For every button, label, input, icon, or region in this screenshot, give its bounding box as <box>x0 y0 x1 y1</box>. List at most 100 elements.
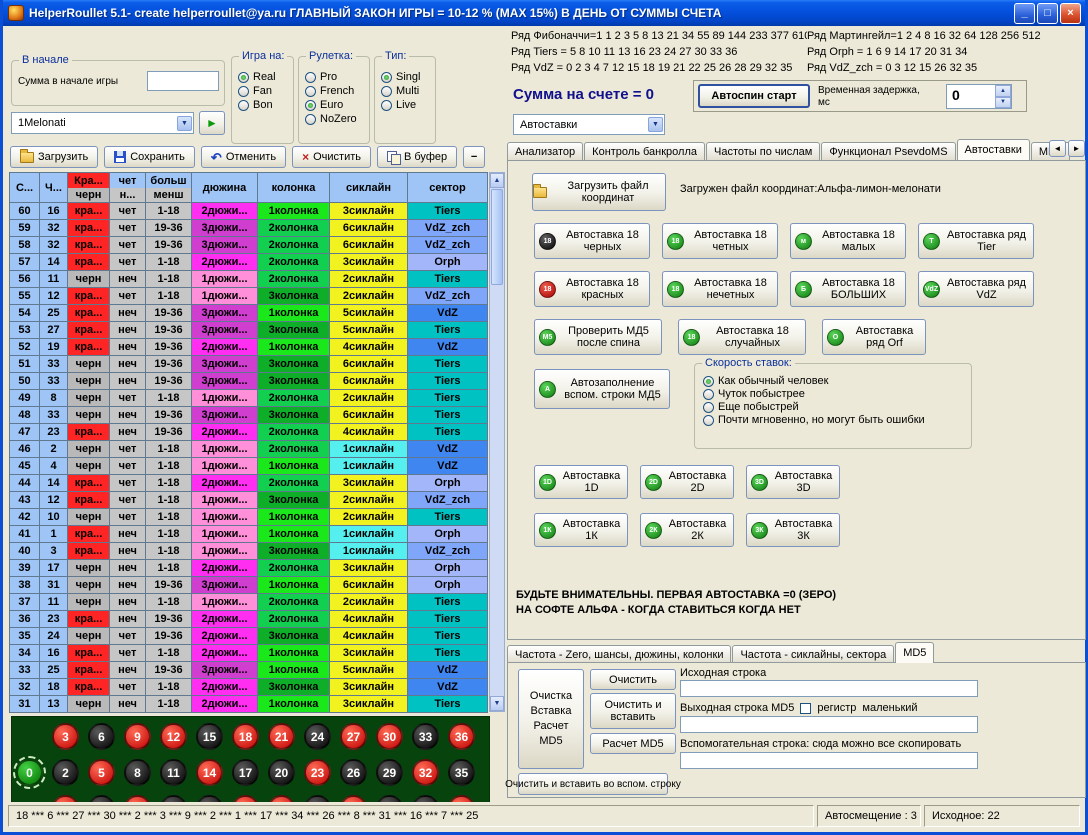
table-row[interactable]: 3416кра...чет1-182дюжи...1колонка3сиклай… <box>10 645 488 662</box>
autobet-button[interactable]: 18Автоставка 18 нечетных <box>662 271 778 307</box>
delay-value[interactable]: 0 <box>947 85 995 108</box>
table-row[interactable]: 5425кра...неч19-363дюжи...1колонка5сикла… <box>10 305 488 322</box>
radio-option[interactable]: Чуток побыстрее <box>703 388 965 400</box>
table-row[interactable]: 3711черннеч1-181дюжи...2колонка2сиклайнT… <box>10 594 488 611</box>
clear-button[interactable]: ×Очистить <box>292 146 371 168</box>
tab[interactable]: Частота - сиклайны, сектора <box>732 645 894 663</box>
profile-select[interactable]: 1Melonati ▼ <box>11 112 194 134</box>
autobet-button[interactable]: 3КАвтоставка 3К <box>746 513 840 547</box>
table-row[interactable]: 4210чернчет1-181дюжи...1колонка2сиклайнT… <box>10 509 488 526</box>
table-row[interactable]: 3831черннеч19-363дюжи...1колонка6сиклайн… <box>10 577 488 594</box>
table-row[interactable]: 498чернчет1-181дюжи...2колонка2сиклайнTi… <box>10 390 488 407</box>
radio-option[interactable]: Real <box>238 71 288 83</box>
register-checkbox[interactable] <box>800 703 811 714</box>
tab[interactable]: Частоты по числам <box>706 142 820 160</box>
spinner-down-icon[interactable]: ▼ <box>995 97 1011 109</box>
board-number[interactable]: 21 <box>268 723 295 750</box>
tab[interactable]: Контроль банкролла <box>584 142 705 160</box>
table-row[interactable]: 4414кра...чет1-182дюжи...2колонка3сиклай… <box>10 475 488 492</box>
minimize-button[interactable]: _ <box>1014 3 1035 24</box>
board-number[interactable]: 8 <box>124 759 151 786</box>
autobet-button[interactable]: 1КАвтоставка 1К <box>534 513 628 547</box>
table-row[interactable]: 5932кра...чет19-363дюжи...2колонка6сикла… <box>10 220 488 237</box>
board-number[interactable]: 5 <box>88 759 115 786</box>
radio-option[interactable]: Euro <box>305 99 364 111</box>
table-row[interactable]: 3113черннеч1-182дюжи...1колонка3сиклайнT… <box>10 696 488 713</box>
tab[interactable]: Частота - Zero, шансы, дюжины, колонки <box>507 645 731 663</box>
radio-option[interactable]: Еще побыстрей <box>703 401 965 413</box>
close-button[interactable]: × <box>1060 3 1081 24</box>
board-number[interactable]: 33 <box>412 723 439 750</box>
board-number[interactable]: 6 <box>88 723 115 750</box>
radio-option[interactable]: Как обычный человек <box>703 375 965 387</box>
radio-option[interactable]: French <box>305 85 364 97</box>
board-number[interactable]: 17 <box>232 759 259 786</box>
board-number[interactable]: 32 <box>412 759 439 786</box>
md5-clear-paste-aux-button[interactable]: Очистить и вставить во вспом. строку <box>518 773 668 795</box>
board-number[interactable]: 36 <box>448 723 475 750</box>
board-number[interactable]: 12 <box>160 723 187 750</box>
delay-spinner[interactable]: 0 ▲ ▼ <box>946 84 1012 109</box>
tab-scroll-left-icon[interactable]: ◄ <box>1049 140 1066 157</box>
table-row[interactable]: 5327кра...неч19-363дюжи...3колонка5сикла… <box>10 322 488 339</box>
md5-clear-paste-button[interactable]: Очистить и вставить <box>590 693 676 729</box>
spinner-up-icon[interactable]: ▲ <box>995 85 1011 97</box>
autofill-md5-button[interactable]: А Автозаполнение вспом. строки МД5 <box>534 369 670 409</box>
radio-option[interactable]: Pro <box>305 71 364 83</box>
maximize-button[interactable]: □ <box>1037 3 1058 24</box>
board-number[interactable]: 26 <box>340 759 367 786</box>
md5-output-input[interactable] <box>680 716 978 733</box>
autobet-button[interactable]: 18Автоставка 18 красных <box>534 271 650 307</box>
autobet-button[interactable]: БАвтоставка 18 БОЛЬШИХ <box>790 271 906 307</box>
autobet-button[interactable]: 1DАвтоставка 1D <box>534 465 628 499</box>
table-row[interactable]: 5219кра...неч19-362дюжи...1колонка4сикла… <box>10 339 488 356</box>
scroll-up-icon[interactable]: ▲ <box>490 173 504 188</box>
play-button[interactable]: ► <box>199 111 225 135</box>
title-bar[interactable]: HelperRoullet 5.1- create helperroullet@… <box>3 0 1085 26</box>
autobet-button[interactable]: мАвтоставка 18 малых <box>790 223 906 259</box>
table-scrollbar[interactable]: ▲ ▼ <box>489 172 505 712</box>
table-row[interactable]: 3218кра...чет1-182дюжи...3колонка3сиклай… <box>10 679 488 696</box>
board-number[interactable]: 3 <box>52 723 79 750</box>
table-row[interactable]: 5611черннеч1-181дюжи...2колонка2сиклайнT… <box>10 271 488 288</box>
table-row[interactable]: 5133черннеч19-363дюжи...3колонка6сиклайн… <box>10 356 488 373</box>
autobet-button[interactable]: ОАвтоставка ряд Orf <box>822 319 926 355</box>
undo-button[interactable]: ↶Отменить <box>201 146 286 168</box>
tab[interactable]: Функционал PsevdoMS <box>821 142 955 160</box>
radio-option[interactable]: Live <box>381 99 430 111</box>
tab[interactable]: Анализатор <box>507 142 583 160</box>
table-row[interactable]: 4833черннеч19-363дюжи...3колонка6сиклайн… <box>10 407 488 424</box>
autobet-button[interactable]: 18Автоставка 18 черных <box>534 223 650 259</box>
autobet-button[interactable]: 2DАвтоставка 2D <box>640 465 734 499</box>
board-number[interactable]: 11 <box>160 759 187 786</box>
save-button[interactable]: Сохранить <box>104 146 195 168</box>
board-number[interactable]: 20 <box>268 759 295 786</box>
board-number[interactable]: 23 <box>304 759 331 786</box>
autobet-button[interactable]: ТАвтоставка ряд Tier <box>918 223 1034 259</box>
md5-calc-button[interactable]: Расчет MD5 <box>590 733 676 754</box>
board-number[interactable]: 9 <box>124 723 151 750</box>
tab[interactable]: Автоставки <box>957 139 1030 160</box>
table-row[interactable]: 5832кра...чет19-363дюжи...2колонка6сикла… <box>10 237 488 254</box>
table-row[interactable]: 403кра...неч1-181дюжи...3колонка1сиклайн… <box>10 543 488 560</box>
board-number[interactable]: 15 <box>196 723 223 750</box>
board-number[interactable]: 35 <box>448 759 475 786</box>
autobet-button[interactable]: М5Проверить МД5 после спина <box>534 319 662 355</box>
table-row[interactable]: 3917черннеч1-182дюжи...2колонка3сиклайнO… <box>10 560 488 577</box>
table-row[interactable]: 4723кра...неч19-362дюжи...2колонка4сикла… <box>10 424 488 441</box>
table-row[interactable]: 5033черннеч19-363дюжи...3колонка6сиклайн… <box>10 373 488 390</box>
md5-clear-button[interactable]: Очистить <box>590 669 676 690</box>
radio-option[interactable]: Bon <box>238 99 288 111</box>
autobet-button[interactable]: 3DАвтоставка 3D <box>746 465 840 499</box>
start-sum-input[interactable] <box>147 71 219 91</box>
board-number[interactable]: 27 <box>340 723 367 750</box>
scroll-thumb[interactable] <box>491 189 503 285</box>
md5-master-button[interactable]: Очистка Вставка Расчет MD5 <box>518 669 584 769</box>
load-coordinates-button[interactable]: Загрузить файл координат <box>532 173 666 211</box>
table-row[interactable]: 3325кра...неч19-363дюжи...1колонка5сикла… <box>10 662 488 679</box>
radio-option[interactable]: NoZero <box>305 113 364 125</box>
board-number[interactable]: 0 <box>16 759 43 786</box>
table-row[interactable]: 462чернчет1-181дюжи...2колонка1сиклайнVd… <box>10 441 488 458</box>
scroll-down-icon[interactable]: ▼ <box>490 696 504 711</box>
radio-option[interactable]: Multi <box>381 85 430 97</box>
